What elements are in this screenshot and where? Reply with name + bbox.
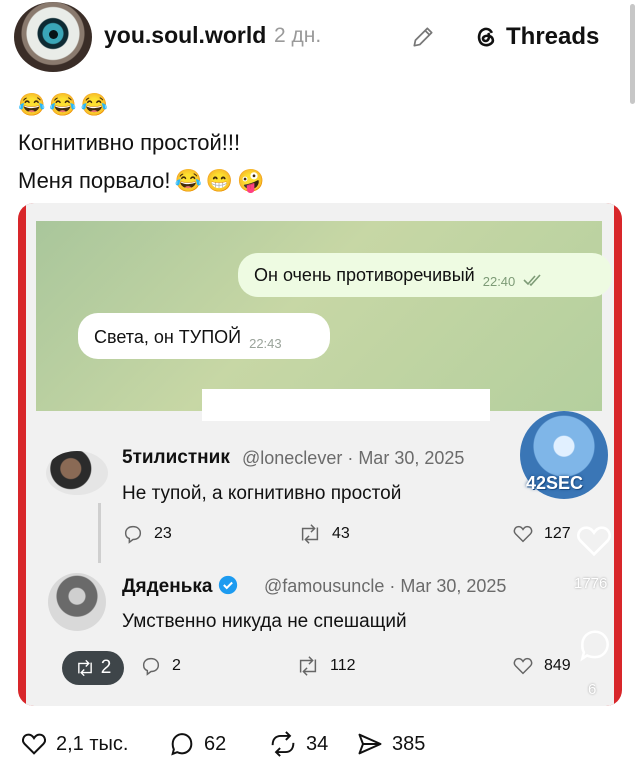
overlay-heart-icon bbox=[577, 526, 611, 557]
tweet-retweet: 112 bbox=[296, 655, 356, 677]
tweet-author-name-text: Дяденька bbox=[122, 576, 213, 597]
retweet-count: 43 bbox=[332, 525, 350, 542]
post-time: 2 дн. bbox=[274, 24, 322, 47]
double-check-icon bbox=[523, 274, 541, 287]
reply-count: 23 bbox=[154, 525, 172, 542]
share-button[interactable]: 385 bbox=[356, 730, 425, 758]
repost-button[interactable]: 34 bbox=[268, 730, 328, 758]
threads-link[interactable]: Threads bbox=[472, 20, 599, 54]
message-text: Он очень противоречивый bbox=[254, 265, 475, 285]
incoming-message: Света, он ТУПОЙ 22:43 bbox=[78, 313, 330, 359]
grinning-emoji: 😁 bbox=[205, 168, 234, 193]
heart-icon bbox=[513, 657, 533, 675]
edit-icon[interactable] bbox=[410, 24, 436, 50]
scrollbar[interactable] bbox=[630, 4, 635, 104]
retweet-icon bbox=[301, 524, 319, 544]
repost-icon bbox=[271, 731, 295, 757]
comment-button[interactable]: 62 bbox=[168, 730, 226, 758]
tweet-reply: 2 bbox=[140, 655, 181, 677]
repost-pill-count: 2 bbox=[100, 657, 112, 678]
eye-pupil bbox=[49, 30, 58, 39]
overlay-comment-icon bbox=[580, 630, 609, 662]
redaction-box bbox=[202, 389, 490, 421]
overlay-like-count: 1776 bbox=[574, 575, 608, 592]
outgoing-message: Он очень противоречивый 22:40 bbox=[238, 253, 612, 297]
overlay-comment-count: 6 bbox=[588, 681, 597, 698]
threads-icon bbox=[477, 27, 495, 47]
verified-icon bbox=[218, 575, 237, 595]
heart-icon bbox=[513, 525, 533, 543]
laughing-emoji: 😂 bbox=[18, 92, 46, 117]
repost-icon bbox=[77, 659, 92, 677]
reply-icon bbox=[124, 525, 142, 544]
laughing-emoji: 😂 bbox=[80, 92, 109, 117]
like-button[interactable]: 2,1 тыс. bbox=[20, 730, 128, 758]
reply-count: 2 bbox=[172, 657, 181, 674]
heart-icon bbox=[22, 733, 46, 755]
post-media[interactable]: Он очень противоречивый 22:40 Света, он … bbox=[18, 203, 622, 706]
emoji-line: 😂 😂 😂 bbox=[18, 86, 618, 124]
like-count: 2,1 тыс. bbox=[56, 732, 129, 755]
post-text: 😂 😂 😂 Когнитивно простой!!! Меня порвало… bbox=[18, 86, 618, 200]
repost-count: 34 bbox=[306, 732, 329, 755]
post-header: you.soul.world 2 дн. Threads bbox=[0, 0, 640, 104]
repost-pill[interactable]: 2 bbox=[62, 651, 124, 685]
laughing-emoji: 😂 bbox=[49, 92, 77, 117]
author-username[interactable]: you.soul.world bbox=[104, 22, 266, 49]
zany-face-emoji: 🤪 bbox=[237, 168, 265, 193]
tweet-like: 849 bbox=[512, 655, 571, 677]
tweet-author-name: 5тилистник bbox=[122, 447, 230, 468]
tweet-avatar bbox=[46, 451, 108, 495]
tweet-handle-date: @loneclever · Mar 30, 2025 bbox=[242, 448, 465, 468]
like-count: 849 bbox=[544, 657, 571, 674]
reply-icon bbox=[142, 657, 160, 676]
message-time: 22:43 bbox=[249, 336, 282, 351]
retweet-icon bbox=[299, 656, 317, 676]
author-avatar[interactable] bbox=[14, 2, 92, 72]
comment-icon bbox=[171, 733, 193, 756]
laughing-emoji: 😂 bbox=[174, 168, 202, 193]
share-count: 385 bbox=[392, 732, 426, 755]
message-time: 22:40 bbox=[482, 274, 516, 289]
tweet-avatar bbox=[48, 573, 106, 631]
tweet-retweet: 43 bbox=[298, 523, 350, 545]
send-icon bbox=[358, 733, 382, 755]
post-line: Когнитивно простой!!! bbox=[18, 124, 618, 162]
screenshot-image: Он очень противоречивый 22:40 Света, он … bbox=[26, 203, 614, 706]
threads-label: Threads bbox=[506, 23, 600, 50]
tweet-text: Не тупой, а когнитивно простой bbox=[122, 483, 402, 504]
tweet-text: Умственно никуда не спешащий bbox=[122, 611, 407, 632]
mascot-badge: 42SEC bbox=[526, 473, 584, 493]
thread-connector bbox=[98, 503, 101, 563]
retweet-count: 112 bbox=[330, 657, 356, 674]
like-count: 127 bbox=[544, 525, 571, 542]
telegram-chat: Он очень противоречивый 22:40 Света, он … bbox=[36, 221, 612, 421]
post-line-text: Меня порвало! bbox=[18, 168, 171, 193]
post-line: Меня порвало! 😂 😁 🤪 bbox=[18, 162, 618, 200]
tweet-handle-date: @famousuncle · Mar 30, 2025 bbox=[264, 576, 507, 596]
comment-count: 62 bbox=[204, 732, 227, 755]
tweet-author-name: Дяденька bbox=[122, 575, 238, 598]
tweet-like: 127 bbox=[512, 523, 571, 545]
tweet-reply: 23 bbox=[122, 523, 172, 545]
post-line-text: Когнитивно простой!!! bbox=[18, 130, 241, 155]
message-text: Света, он ТУПОЙ bbox=[94, 327, 242, 347]
